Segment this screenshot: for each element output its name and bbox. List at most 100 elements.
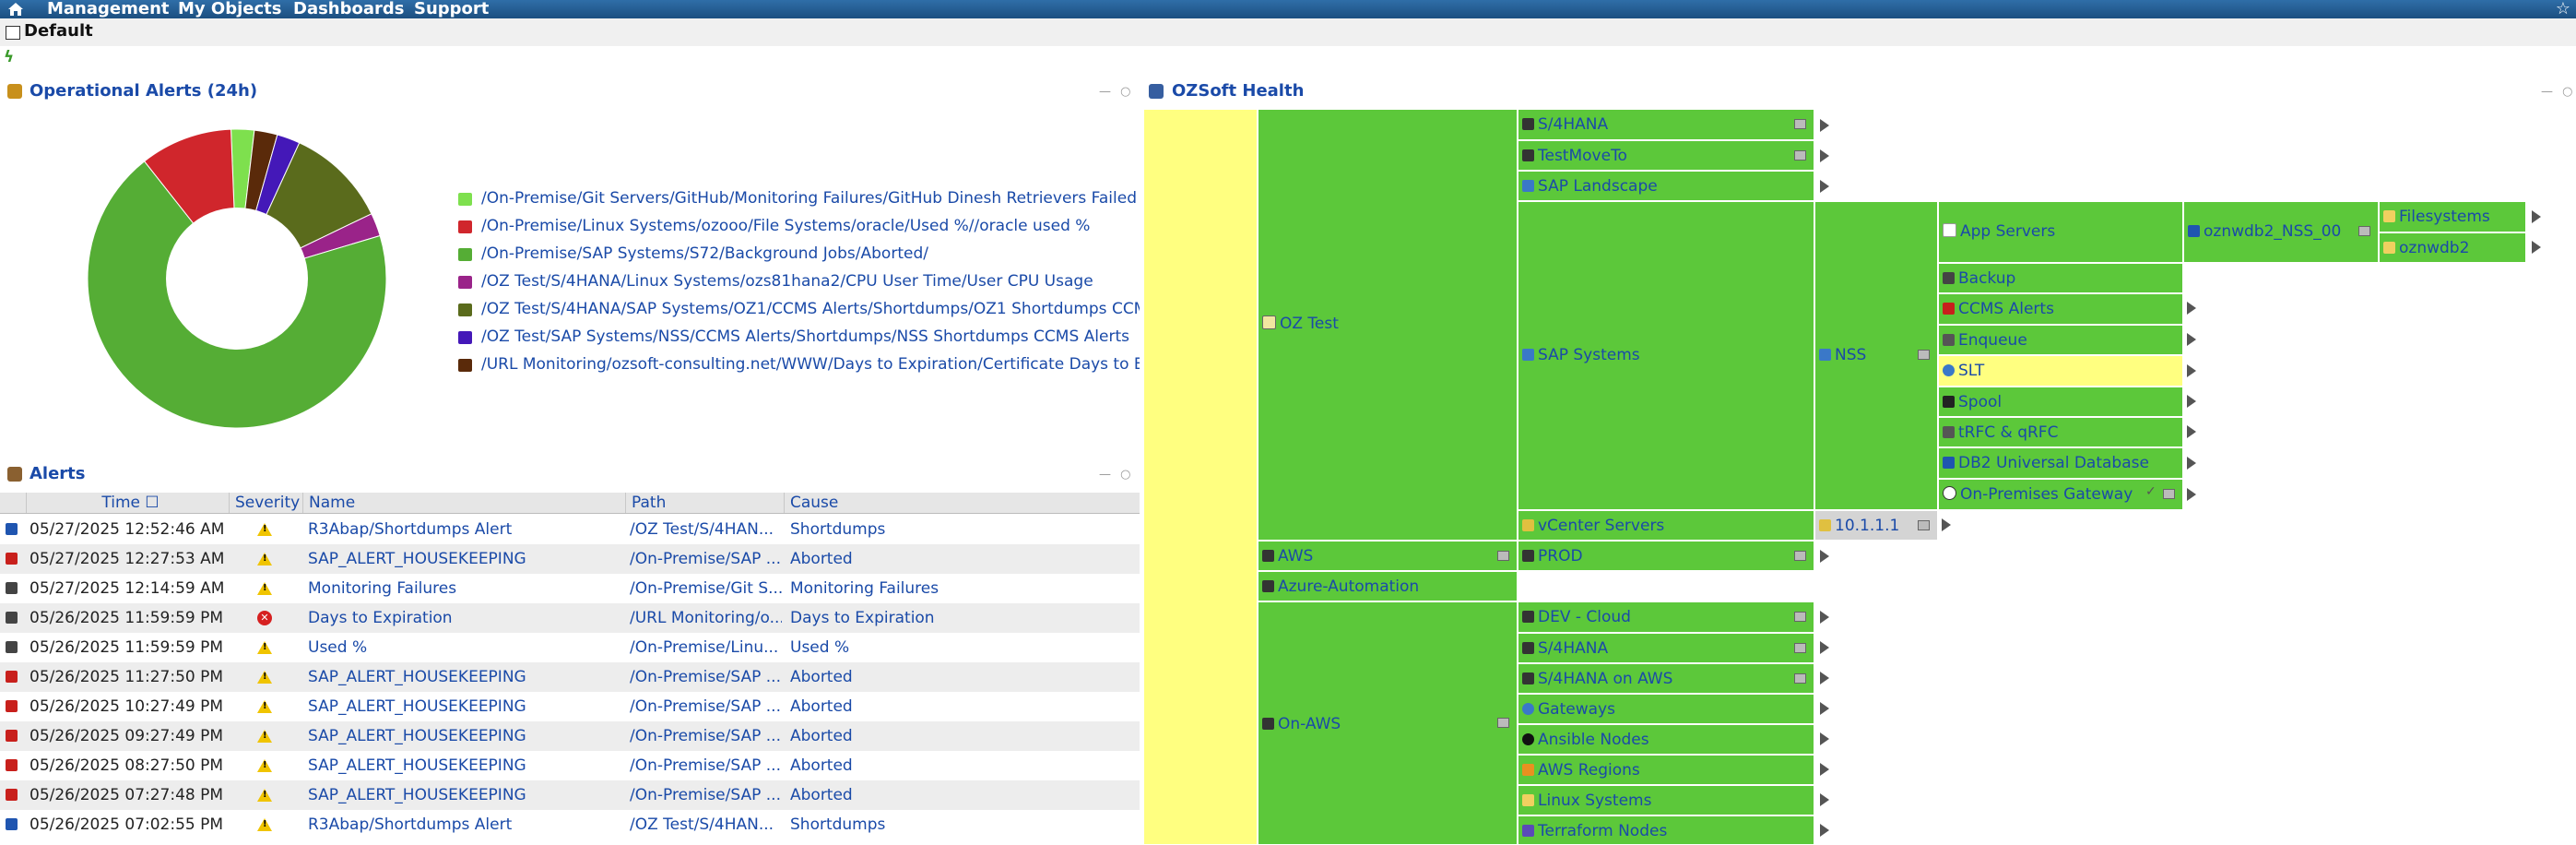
rfc-icon xyxy=(1943,426,1955,438)
node-on-premises-gateway[interactable]: On-Premises Gateway ✓ xyxy=(1938,479,2183,510)
cell-name[interactable]: Monitoring Failures xyxy=(308,574,621,603)
node-ansible-nodes[interactable]: Ansible Nodes xyxy=(1518,724,1814,755)
table-row[interactable]: 05/26/2025 11:59:59 PM Used % /On-Premise/… xyxy=(0,633,1140,662)
node-prod[interactable]: PROD xyxy=(1518,541,1814,571)
table-row[interactable]: 05/26/2025 10:27:49 PM SAP_ALERT_HOUSEKEE… xyxy=(0,692,1140,721)
expand-arrow-icon[interactable] xyxy=(1820,824,1829,837)
expand-arrow-icon[interactable] xyxy=(1820,702,1829,715)
node-slt[interactable]: SLT xyxy=(1938,355,2183,387)
expand-arrow-icon[interactable] xyxy=(1820,763,1829,776)
table-row[interactable]: 05/26/2025 07:02:55 PM R3Abap/Shortdumps … xyxy=(0,810,1140,839)
node-aws-regions[interactable]: AWS Regions xyxy=(1518,755,1814,785)
cell-name[interactable]: SAP_ALERT_HOUSEKEEPING xyxy=(308,544,621,574)
cell-name[interactable]: Used % xyxy=(308,633,621,662)
expand-arrow-icon[interactable] xyxy=(2187,457,2196,470)
cell-name[interactable]: Days to Expiration xyxy=(308,603,621,633)
node-terraform-nodes[interactable]: Terraform Nodes xyxy=(1518,815,1814,845)
node-enqueue[interactable]: Enqueue xyxy=(1938,325,2183,355)
expand-arrow-icon[interactable] xyxy=(2532,241,2541,254)
node-sap-landscape[interactable]: SAP Landscape xyxy=(1518,171,1814,201)
expand-arrow-icon[interactable] xyxy=(1820,149,1829,162)
legend-swatch xyxy=(458,303,472,316)
node-ccms-alerts[interactable]: CCMS Alerts xyxy=(1938,293,2183,325)
health-root-cell[interactable] xyxy=(1143,109,1258,845)
col-name[interactable]: Name xyxy=(302,493,625,513)
col-time[interactable]: Time ☐ xyxy=(26,493,229,513)
table-row[interactable]: 05/26/2025 11:59:59 PM Days to Expiration… xyxy=(0,603,1140,633)
cell-name[interactable]: R3Abap/Shortdumps Alert xyxy=(308,810,621,839)
cell-name[interactable]: SAP_ALERT_HOUSEKEEPING xyxy=(308,780,621,810)
expand-arrow-icon[interactable] xyxy=(1820,550,1829,563)
table-row[interactable]: 05/27/2025 12:14:59 AM Monitoring Failure… xyxy=(0,574,1140,603)
row-type-icon xyxy=(6,612,18,624)
node-vcenter-servers[interactable]: vCenter Servers xyxy=(1518,510,1814,541)
table-row[interactable]: 05/27/2025 12:52:46 AM R3Abap/Shortdumps … xyxy=(0,515,1140,544)
expand-arrow-icon[interactable] xyxy=(2187,333,2196,346)
node-backup[interactable]: Backup xyxy=(1938,263,2183,293)
node-nss[interactable]: NSS xyxy=(1814,201,1938,510)
expand-arrow-icon[interactable] xyxy=(1942,518,1951,531)
favorite-star-icon[interactable]: ☆ xyxy=(2556,0,2570,18)
expand-arrow-icon[interactable] xyxy=(1820,611,1829,624)
node-dev-cloud[interactable]: DEV - Cloud xyxy=(1518,601,1814,633)
table-row[interactable]: 05/26/2025 09:27:49 PM SAP_ALERT_HOUSEKEE… xyxy=(0,721,1140,751)
node-app-servers[interactable]: App Servers xyxy=(1938,201,2183,263)
server-icon xyxy=(1262,580,1274,592)
panel-controls[interactable]: — ○ xyxy=(2541,85,2575,99)
table-row[interactable]: 05/26/2025 11:27:50 PM SAP_ALERT_HOUSEKEE… xyxy=(0,662,1140,692)
cell-name[interactable]: SAP_ALERT_HOUSEKEEPING xyxy=(308,662,621,692)
cell-name[interactable]: SAP_ALERT_HOUSEKEEPING xyxy=(308,692,621,721)
warning-icon xyxy=(257,671,272,684)
node-trfc-qrfc[interactable]: tRFC & qRFC xyxy=(1938,417,2183,447)
node-s4hana[interactable]: S/4HANA xyxy=(1518,109,1814,140)
legend-swatch xyxy=(458,359,472,372)
expand-arrow-icon[interactable] xyxy=(2187,425,2196,438)
expand-arrow-icon[interactable] xyxy=(1820,641,1829,654)
cell-name[interactable]: SAP_ALERT_HOUSEKEEPING xyxy=(308,721,621,751)
node-db2[interactable]: DB2 Universal Database xyxy=(1938,447,2183,479)
table-row[interactable]: 05/27/2025 12:27:53 AM SAP_ALERT_HOUSEKEE… xyxy=(0,544,1140,574)
table-row[interactable]: 05/26/2025 07:27:48 PM SAP_ALERT_HOUSEKEE… xyxy=(0,780,1140,810)
node-azure-automation[interactable]: Azure-Automation xyxy=(1258,571,1518,601)
expand-arrow-icon[interactable] xyxy=(2187,488,2196,501)
node-oznwdb2[interactable]: oznwdb2 xyxy=(2379,232,2526,263)
node-testmoveto[interactable]: TestMoveTo xyxy=(1518,140,1814,171)
col-path[interactable]: Path xyxy=(625,493,784,513)
col-severity[interactable]: Severity xyxy=(229,493,302,513)
node-linux-systems[interactable]: Linux Systems xyxy=(1518,785,1814,815)
node-gateways[interactable]: Gateways xyxy=(1518,694,1814,724)
node-aws[interactable]: AWS xyxy=(1258,541,1518,571)
node-on-aws[interactable]: On-AWS xyxy=(1258,601,1518,845)
node-oznwdb2-nss-00[interactable]: oznwdb2_NSS_00 xyxy=(2183,201,2379,263)
expand-arrow-icon[interactable] xyxy=(1820,180,1829,193)
expand-arrow-icon[interactable] xyxy=(1820,732,1829,745)
node-filesystems[interactable]: Filesystems xyxy=(2379,201,2526,232)
col-cause[interactable]: Cause xyxy=(784,493,1140,513)
expand-arrow-icon[interactable] xyxy=(2187,302,2196,315)
expand-arrow-icon[interactable] xyxy=(2187,395,2196,408)
expand-arrow-icon[interactable] xyxy=(1820,119,1829,132)
cell-time: 05/27/2025 12:27:53 AM xyxy=(30,550,223,568)
cell-path: /On-Premise/Git S... xyxy=(630,579,782,598)
node-sap-systems[interactable]: SAP Systems xyxy=(1518,201,1814,510)
node-oz-test[interactable]: OZ Test xyxy=(1258,109,1518,541)
node-vcenter-ip[interactable]: 10.1.1.1 xyxy=(1814,510,1938,541)
expand-arrow-icon[interactable] xyxy=(1820,672,1829,684)
cell-time: 05/26/2025 09:27:49 PM xyxy=(30,727,223,745)
cell-name[interactable]: R3Abap/Shortdumps Alert xyxy=(308,515,621,544)
mini-icon xyxy=(1794,119,1806,129)
panel-controls[interactable]: — ○ xyxy=(1099,468,1133,482)
row-type-icon xyxy=(6,553,18,565)
gateway-icon xyxy=(1522,703,1534,715)
node-s4hana-aws[interactable]: S/4HANA xyxy=(1518,633,1814,663)
expand-arrow-icon[interactable] xyxy=(2532,210,2541,223)
cell-time: 05/26/2025 11:27:50 PM xyxy=(30,668,223,686)
cell-cause: Shortdumps xyxy=(790,815,886,834)
node-spool[interactable]: Spool xyxy=(1938,387,2183,417)
linux-icon xyxy=(2383,242,2395,254)
table-row[interactable]: 05/26/2025 08:27:50 PM SAP_ALERT_HOUSEKEE… xyxy=(0,751,1140,780)
node-s4hana-on-aws[interactable]: S/4HANA on AWS xyxy=(1518,663,1814,694)
expand-arrow-icon[interactable] xyxy=(2187,364,2196,377)
expand-arrow-icon[interactable] xyxy=(1820,793,1829,806)
cell-name[interactable]: SAP_ALERT_HOUSEKEEPING xyxy=(308,751,621,780)
